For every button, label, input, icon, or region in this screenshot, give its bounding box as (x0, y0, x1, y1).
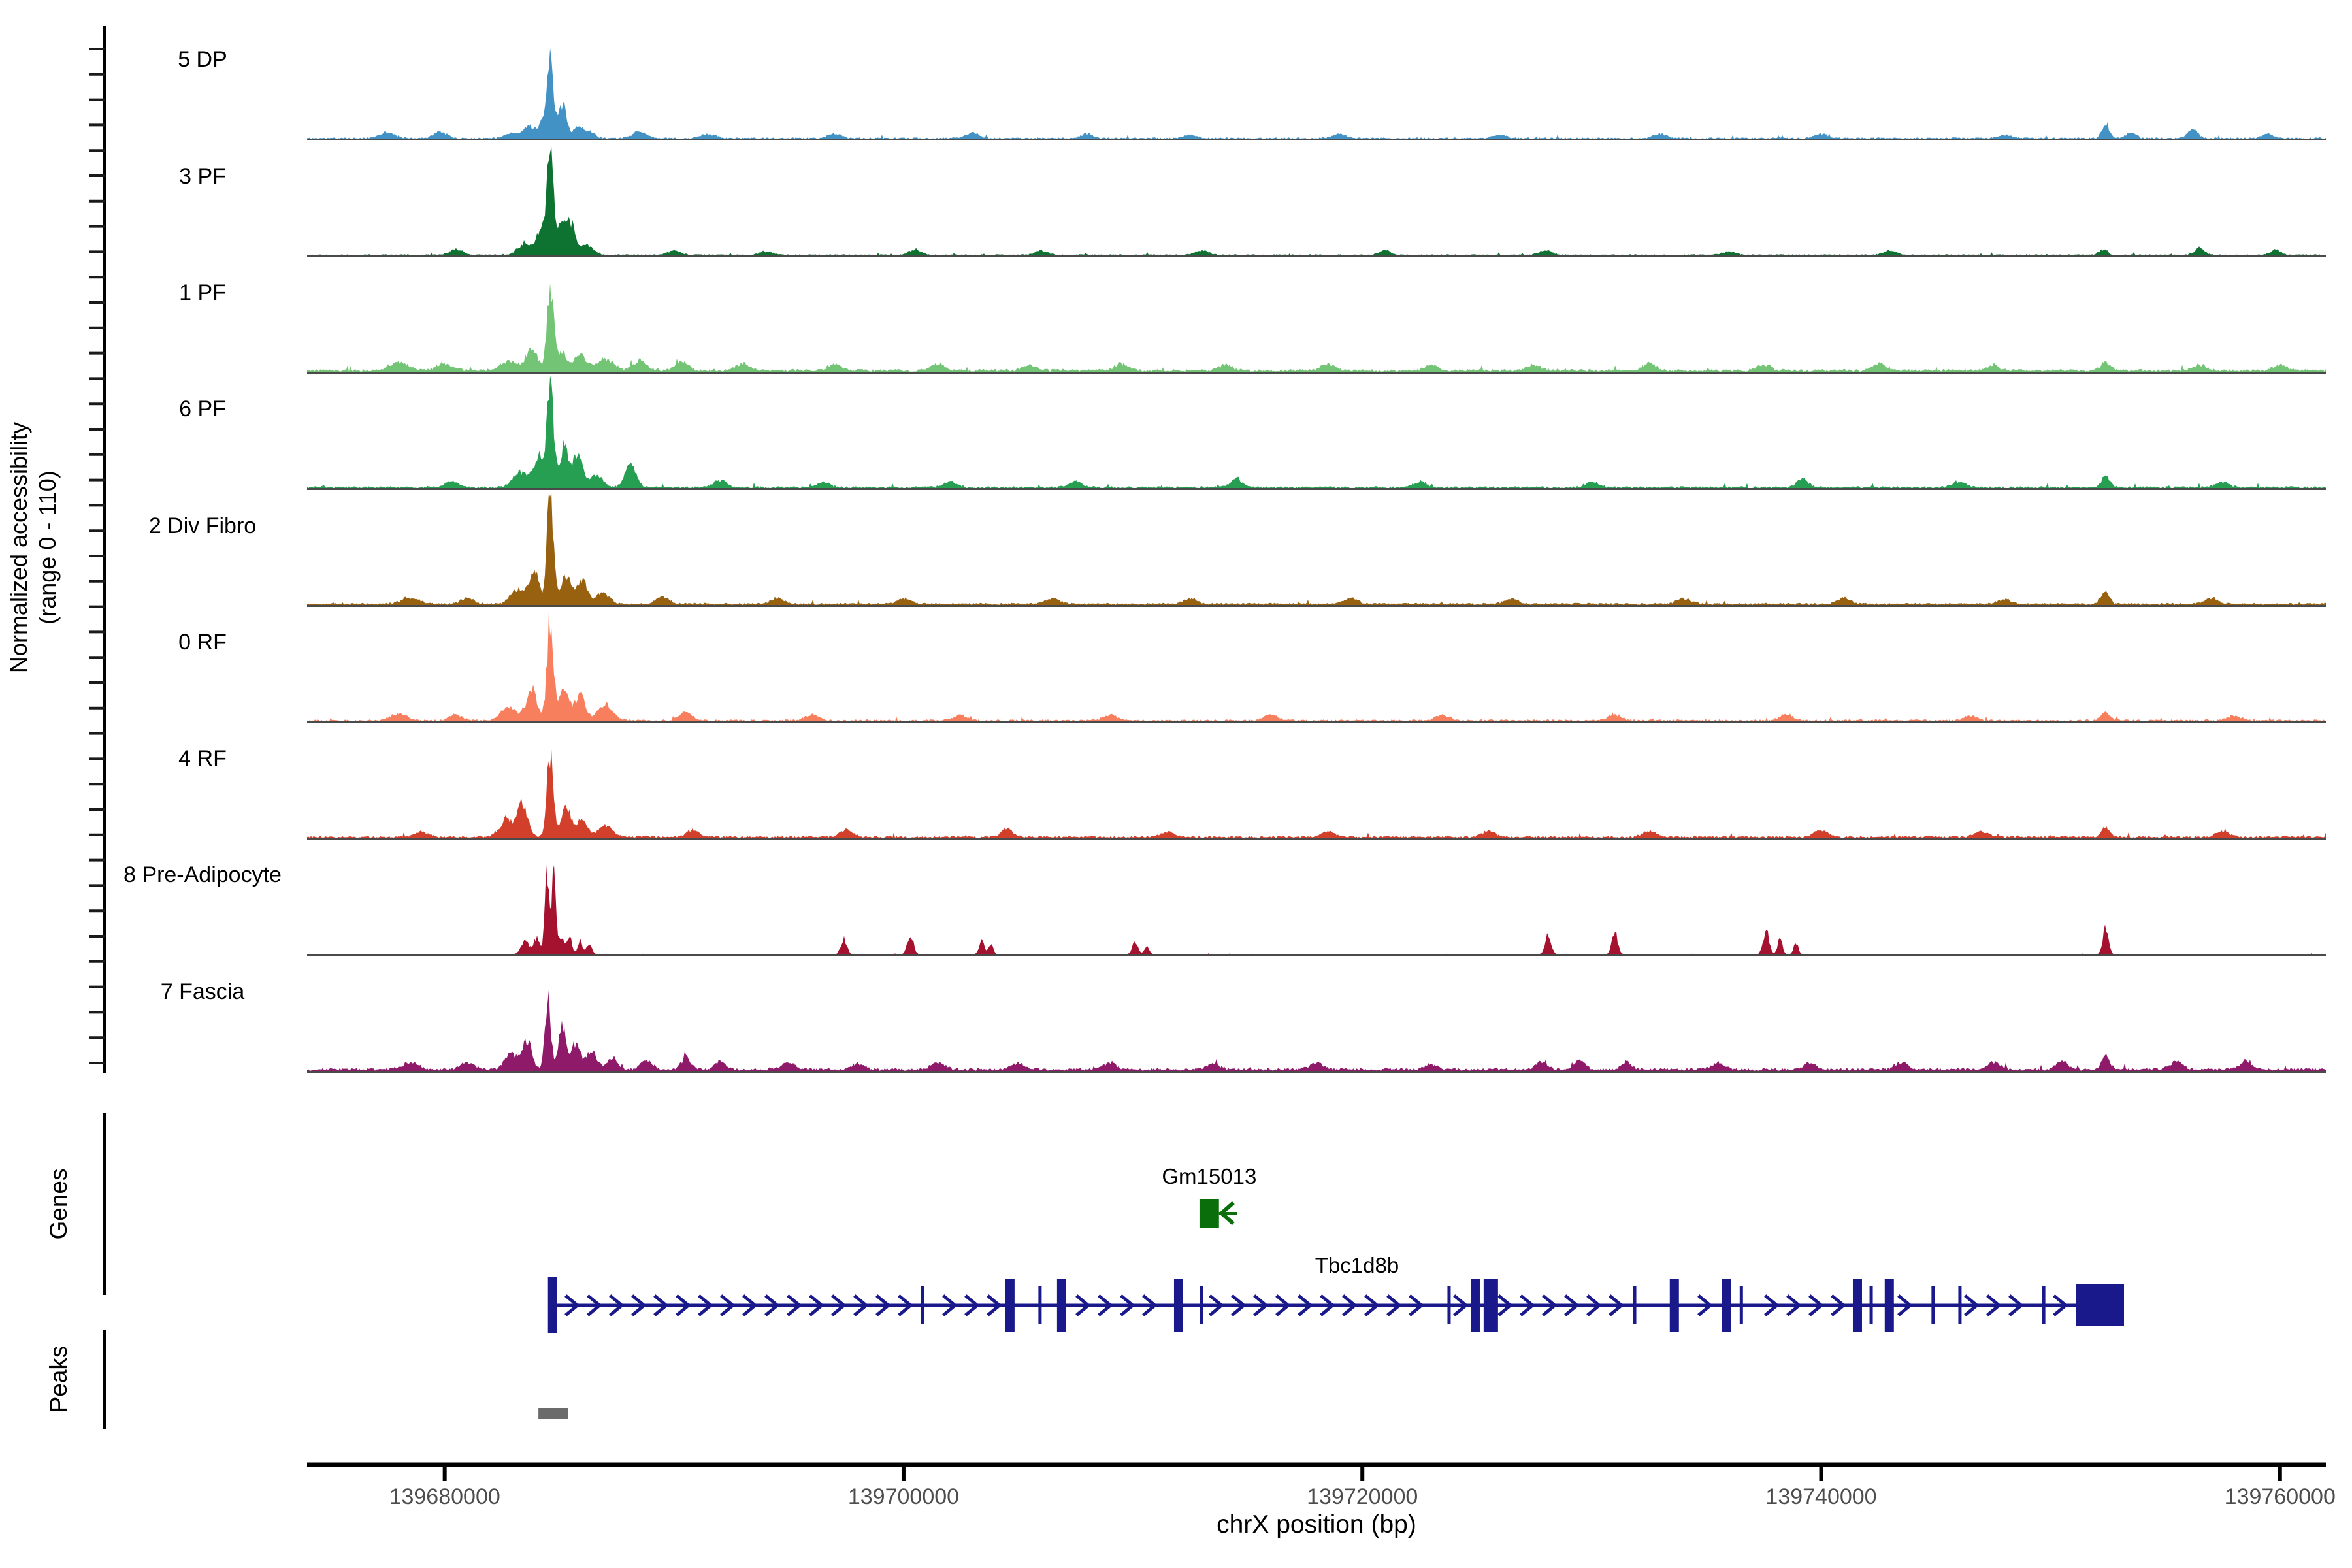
track-panel-6-pf (307, 376, 2326, 489)
track-panel-0-rf (307, 612, 2326, 722)
gene-tbc1d8b-exon (1633, 1286, 1637, 1324)
gene-tbc1d8b-exon (2042, 1286, 2046, 1324)
track-signal-7-fascia (307, 990, 2326, 1071)
gene-tbc1d8b-exon (1670, 1279, 1679, 1332)
track-baseline-7-fascia (307, 1071, 2326, 1073)
track-label-5-dp: 5 DP (59, 47, 346, 73)
x-tick-label: 139700000 (812, 1484, 995, 1510)
gene-tbc1d8b-exon (548, 1277, 557, 1333)
track-baseline-8-pre-adipocyte (307, 954, 2326, 956)
gene-tbc1d8b-exon (1740, 1286, 1743, 1324)
track-baseline-0-rf (307, 721, 2326, 723)
track-signal-2-div-fibro (307, 493, 2326, 606)
track-panel-7-fascia (307, 990, 2326, 1071)
track-baseline-2-div-fibro (307, 605, 2326, 607)
track-panel-2-div-fibro (307, 493, 2326, 606)
track-label-7-fascia: 7 Fascia (59, 979, 346, 1005)
gene-tbc1d8b-exon (1853, 1279, 1862, 1332)
gene-tbc1d8b-exon (1200, 1286, 1203, 1324)
gene-tbc1d8b-exon (1057, 1279, 1066, 1332)
track-panel-3-pf (307, 146, 2326, 256)
track-baseline-4-rf (307, 838, 2326, 840)
track-baseline-1-pf (307, 372, 2326, 374)
gene-tbc1d8b-exon (1958, 1286, 1961, 1324)
figure-root: Normalized accessibility (range 0 - 110)… (0, 0, 2352, 1568)
gene-gm15013-exon-box (1200, 1199, 1219, 1228)
track-baseline-6-pf (307, 488, 2326, 490)
track-panel-1-pf (307, 283, 2326, 372)
track-label-8-pre-adipocyte: 8 Pre-Adipocyte (59, 862, 346, 888)
x-tick-label: 139760000 (2189, 1484, 2352, 1510)
gene-label-tbc1d8b: Tbc1d8b (1226, 1253, 1488, 1278)
gene-tbc1d8b-exon (1471, 1279, 1480, 1332)
track-label-2-div-fibro: 2 Div Fibro (59, 514, 346, 539)
track-panel-5-dp (307, 48, 2326, 140)
track-baseline-3-pf (307, 255, 2326, 257)
gene-tbc1d8b-exon (1484, 1279, 1498, 1332)
x-tick-label: 139740000 (1730, 1484, 1913, 1510)
gene-tbc1d8b-exon (1174, 1279, 1183, 1332)
gene-label-gm15013: Gm15013 (1079, 1164, 1340, 1189)
track-label-4-rf: 4 RF (59, 746, 346, 772)
gene-tbc1d8b-exon (1447, 1286, 1450, 1324)
track-label-0-rf: 0 RF (59, 630, 346, 655)
track-signal-1-pf (307, 283, 2326, 372)
track-signal-3-pf (307, 146, 2326, 256)
genome-track-plot (0, 0, 2352, 1568)
peak-region-bar (538, 1408, 568, 1419)
gene-tbc1d8b-exon (1931, 1286, 1935, 1324)
track-label-1-pf: 1 PF (59, 280, 346, 306)
track-signal-4-rf (307, 749, 2326, 839)
track-panel-8-pre-adipocyte (307, 864, 2326, 955)
track-panel-4-rf (307, 749, 2326, 839)
track-signal-6-pf (307, 376, 2326, 489)
gene-tbc1d8b-exon (921, 1286, 924, 1324)
track-signal-8-pre-adipocyte (307, 864, 2326, 955)
track-label-6-pf: 6 PF (59, 397, 346, 422)
gene-tbc1d8b-exon (1005, 1279, 1015, 1332)
gene-tbc1d8b-exon (1722, 1279, 1731, 1332)
track-baseline-5-dp (307, 139, 2326, 140)
x-tick-label: 139720000 (1271, 1484, 1454, 1510)
gene-tbc1d8b-exon (1038, 1286, 1041, 1324)
track-label-3-pf: 3 PF (59, 164, 346, 189)
gene-tbc1d8b-terminal-exon-box (2076, 1284, 2124, 1326)
gene-tbc1d8b-exon (1870, 1286, 1873, 1324)
gene-tbc1d8b-exon (1885, 1279, 1894, 1332)
track-signal-0-rf (307, 612, 2326, 722)
track-signal-5-dp (307, 48, 2326, 140)
x-tick-label: 139680000 (353, 1484, 536, 1510)
